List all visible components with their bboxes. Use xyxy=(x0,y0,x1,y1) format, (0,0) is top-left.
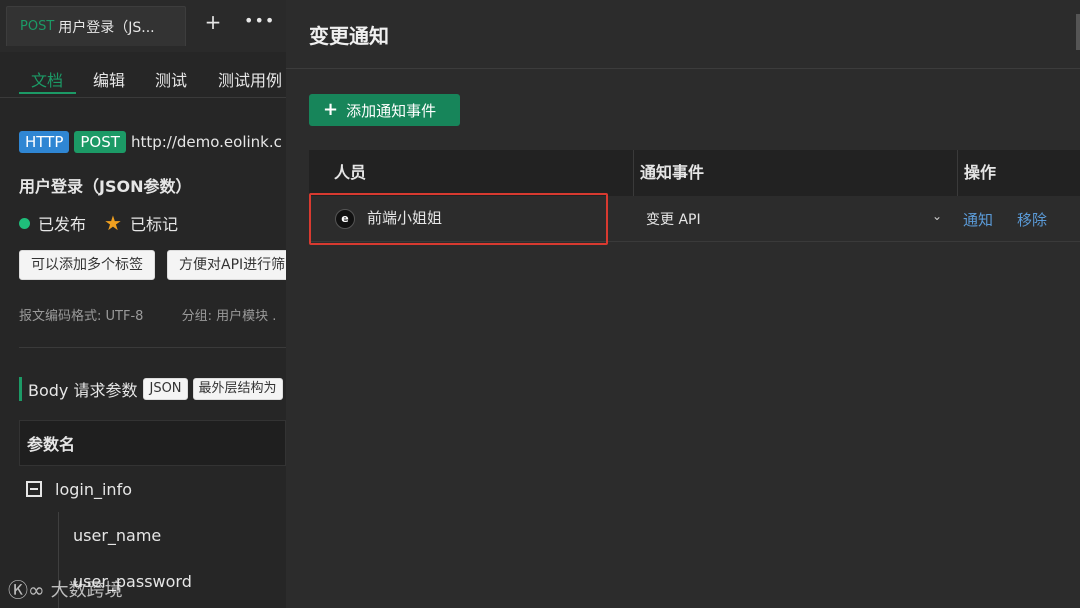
group-info: 分组: 用户模块 . xyxy=(181,309,277,324)
scrollbar[interactable] xyxy=(1076,14,1080,50)
tab-method: POST xyxy=(20,19,55,34)
published-status: 已发布 xyxy=(38,215,87,234)
tab-docs[interactable]: 文档 xyxy=(31,67,63,91)
divider xyxy=(19,347,286,348)
drawer-title: 变更通知 xyxy=(309,24,389,48)
tab-test-cases[interactable]: 测试用例 xyxy=(218,67,282,91)
param-row: login_info xyxy=(55,480,132,499)
tab-edit[interactable]: 编辑 xyxy=(93,67,125,91)
param-name-column: 参数名 xyxy=(27,435,76,454)
status-row: 已发布 ★ 已标记 xyxy=(19,211,178,235)
body-params-heading: Body 请求参数 JSON 最外层结构为 xyxy=(19,377,286,401)
marked-status: 已标记 xyxy=(129,215,178,234)
event-select-value: 变更 API xyxy=(646,212,701,228)
table-row: e 前端小姐姐 变更 API ⌄ 通知 移除 xyxy=(309,193,1080,245)
remove-link[interactable]: 移除 xyxy=(1017,209,1047,230)
tag-list: 可以添加多个标签 方便对API进行筛 xyxy=(19,250,286,280)
add-notification-event-label: 添加通知事件 xyxy=(346,101,437,120)
tab-user-login[interactable]: POST 用户登录（JS... xyxy=(6,6,186,46)
body-params-label: Body 请求参数 xyxy=(28,381,138,400)
table-header: 人员 通知事件 操作 xyxy=(309,150,1080,196)
tab-bar: POST 用户登录（JS... + ••• xyxy=(0,0,286,52)
collapse-icon[interactable] xyxy=(26,481,42,497)
divider xyxy=(286,68,1080,69)
param-table-header: 参数名 xyxy=(19,420,286,466)
structure-tag[interactable]: 最外层结构为 xyxy=(192,378,283,400)
param-row: user_name xyxy=(73,526,162,545)
section-marker xyxy=(19,377,22,401)
chevron-down-icon: ⌄ xyxy=(932,209,943,223)
column-actions: 操作 xyxy=(964,163,997,182)
event-select[interactable]: 变更 API ⌄ xyxy=(633,196,953,242)
notify-link[interactable]: 通知 xyxy=(963,209,993,230)
watermark: Ⓚ∞ 大数跨境 xyxy=(8,574,123,603)
encoding-format: 报文编码格式: UTF-8 xyxy=(19,309,144,324)
tab-test[interactable]: 测试 xyxy=(155,67,187,91)
active-tab-underline xyxy=(19,92,76,94)
meta-info: 报文编码格式: UTF-8 分组: 用户模块 . xyxy=(19,305,276,324)
request-line: HTTP POST http://demo.eolink.c xyxy=(19,131,282,153)
person-name: 前端小姐姐 xyxy=(367,209,443,227)
add-tab-button[interactable]: + xyxy=(204,10,222,34)
column-event: 通知事件 xyxy=(640,163,705,182)
tag-item[interactable]: 可以添加多个标签 xyxy=(19,250,155,280)
star-icon[interactable]: ★ xyxy=(104,211,122,235)
tag-item[interactable]: 方便对API进行筛 xyxy=(167,250,286,280)
column-separator xyxy=(633,150,634,196)
selected-person-cell[interactable]: e 前端小姐姐 xyxy=(309,193,608,245)
api-url: http://demo.eolink.c xyxy=(130,133,282,151)
watermark-text: 大数跨境 xyxy=(50,579,123,601)
avatar: e xyxy=(335,209,355,229)
published-status-icon xyxy=(19,217,30,229)
watermark-logo: Ⓚ∞ xyxy=(8,578,45,602)
more-tabs-button[interactable]: ••• xyxy=(244,10,274,34)
column-person: 人员 xyxy=(334,163,367,182)
protocol-badge: HTTP xyxy=(19,131,70,153)
add-notification-event-button[interactable]: + 添加通知事件 xyxy=(309,94,460,126)
column-separator xyxy=(957,150,958,196)
plus-icon: + xyxy=(323,99,339,120)
api-title: 用户登录（JSON参数） xyxy=(19,177,192,196)
method-badge: POST xyxy=(74,131,126,153)
tab-title: 用户登录（JS... xyxy=(58,19,155,36)
json-tag: JSON xyxy=(143,378,188,400)
api-detail-panel: POST 用户登录（JS... + ••• 文档 编辑 测试 测试用例 HTTP… xyxy=(0,0,286,608)
change-notification-drawer: 变更通知 + 添加通知事件 人员 通知事件 操作 e 前端小姐姐 变更 API … xyxy=(286,0,1080,608)
